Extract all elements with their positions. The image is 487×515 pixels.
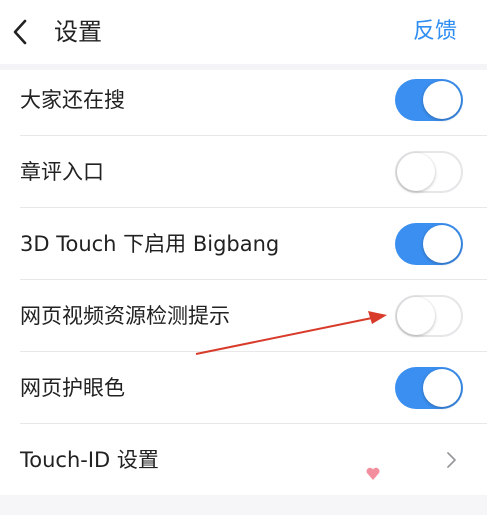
video-detection-toggle[interactable] (395, 295, 463, 337)
setting-row-3d-touch-bigbang: 3D Touch 下启用 Bigbang (0, 208, 487, 280)
toggle-knob (423, 369, 461, 407)
setting-label: 网页护眼色 (20, 376, 125, 400)
eye-care-toggle[interactable] (395, 367, 463, 409)
trending-search-toggle[interactable] (395, 79, 463, 121)
setting-label: Touch-ID 设置 (20, 448, 159, 472)
setting-label: 网页视频资源检测提示 (20, 304, 230, 328)
toggle-knob (397, 297, 435, 335)
chapter-comment-toggle[interactable] (395, 151, 463, 193)
heart-icon (366, 467, 380, 480)
page-title: 设置 (54, 18, 102, 46)
bigbang-toggle[interactable] (395, 223, 463, 265)
feedback-button[interactable]: 反馈 (413, 14, 457, 50)
settings-screen: 设置 反馈 大家还在搜 章评入口 3D Touch 下启用 Bigbang 网页… (0, 0, 487, 515)
bottom-strip (0, 495, 487, 515)
nav-bar: 设置 反馈 (0, 0, 487, 64)
setting-row-eye-care: 网页护眼色 (0, 352, 487, 424)
setting-label: 章评入口 (20, 160, 104, 184)
chevron-right-icon (447, 452, 456, 468)
chevron-left-icon (13, 19, 27, 45)
setting-label: 3D Touch 下启用 Bigbang (20, 232, 280, 256)
setting-row-touch-id[interactable]: Touch-ID 设置 (0, 424, 487, 496)
toggle-knob (423, 225, 461, 263)
toggle-knob (397, 153, 435, 191)
setting-label: 大家还在搜 (20, 88, 125, 112)
toggle-knob (423, 81, 461, 119)
back-button[interactable] (6, 12, 34, 52)
setting-row-video-detection: 网页视频资源检测提示 (0, 280, 487, 352)
setting-row-chapter-comment: 章评入口 (0, 136, 487, 208)
setting-row-trending-search: 大家还在搜 (0, 64, 487, 136)
